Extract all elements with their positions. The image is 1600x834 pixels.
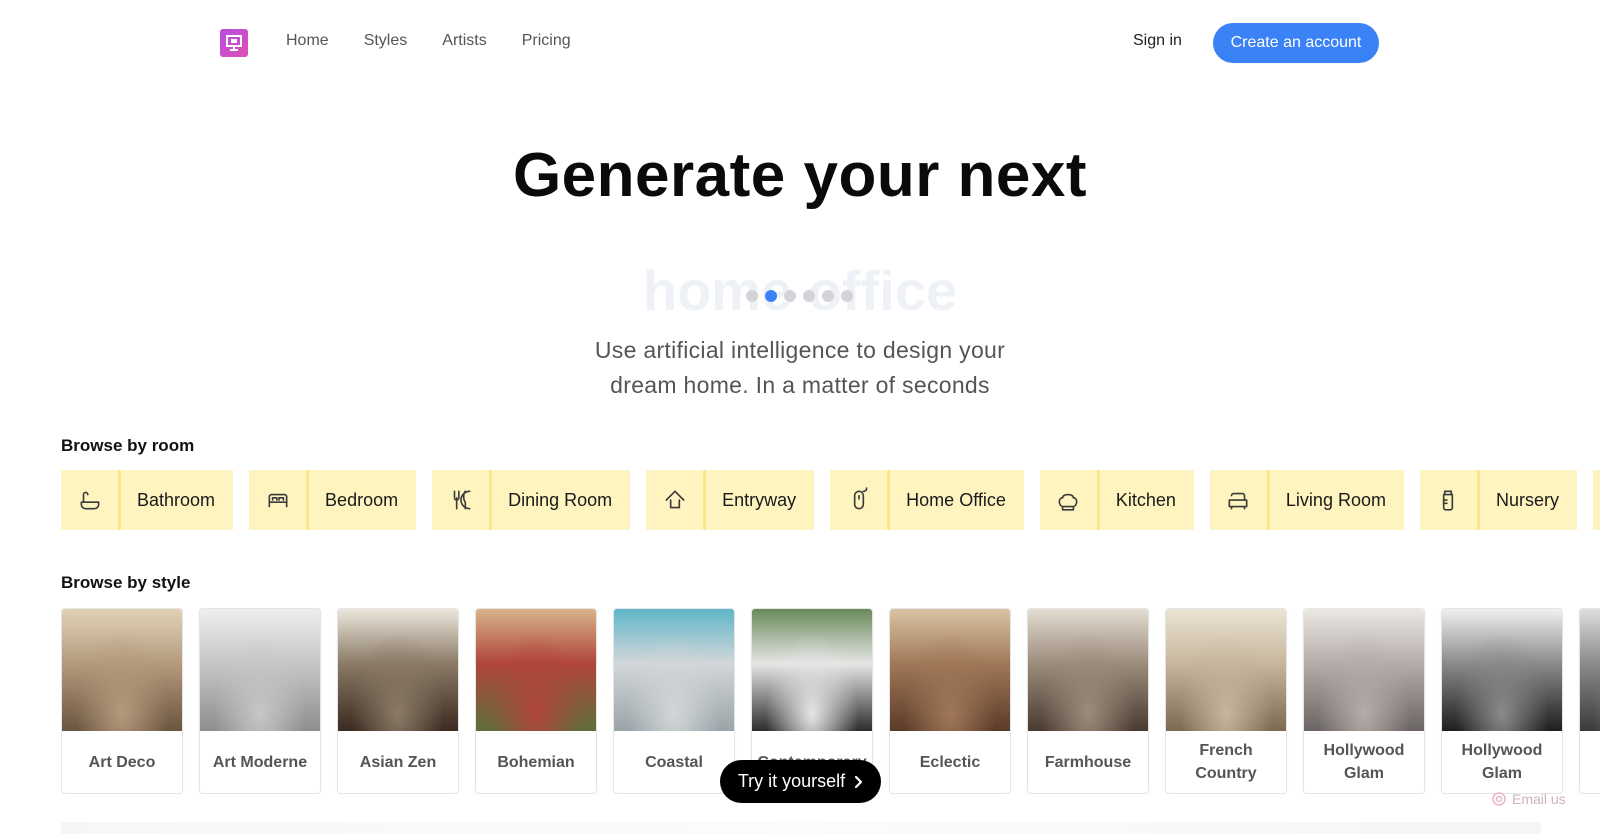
style-thumbnail (614, 609, 734, 731)
style-thumbnail (1304, 609, 1424, 731)
room-icon (1593, 470, 1600, 530)
hero-subtitle-line1: Use artificial intelligence to design yo… (594, 337, 1006, 363)
room-label: Dining Room (508, 489, 613, 510)
style-card-bohemian[interactable]: Bohemian (475, 608, 597, 794)
logo-icon[interactable] (220, 29, 248, 57)
style-label: Eclectic (919, 753, 981, 771)
email-us-link[interactable]: Email us (1492, 791, 1566, 807)
nav-link-styles[interactable]: Styles (364, 32, 408, 50)
room-card-living-room[interactable]: Living Room (1209, 470, 1404, 530)
style-label: Farmhouse (1044, 753, 1132, 771)
room-card-home-office[interactable]: Home Office (830, 470, 1024, 530)
room-label: Bedroom (325, 489, 399, 510)
carousel-dots (746, 290, 853, 302)
style-thumbnail (1580, 609, 1600, 731)
style-card-hollywood-glam[interactable]: Hollywood Glam (1441, 608, 1563, 794)
sign-in-link[interactable]: Sign in (1133, 32, 1182, 50)
room-card-entryway[interactable]: Entryway (646, 470, 815, 530)
carousel-dot[interactable] (765, 290, 777, 302)
style-label: Coastal (645, 753, 703, 771)
browse-by-room-heading: Browse by room (61, 436, 195, 455)
style-thumbnail (200, 609, 320, 731)
room-label: Living Room (1285, 489, 1386, 510)
style-thumbnail (476, 609, 596, 731)
room-list: Bathroom Bedroom Dining Room Entryway Home O… (61, 470, 1600, 530)
room-card-bedroom[interactable]: Bedroom (249, 470, 417, 530)
style-thumbnail (752, 609, 872, 731)
style-label: Bohemian (497, 753, 575, 771)
style-card-more[interactable] (1579, 608, 1600, 794)
style-label: French Country (1195, 742, 1257, 782)
room-card-bathroom[interactable]: Bathroom (61, 470, 234, 530)
utensils-icon (432, 470, 493, 530)
mouse-icon (830, 470, 891, 530)
nav-links: Home Styles Artists Pricing (286, 32, 571, 50)
style-label: Hollywood Glam (1323, 742, 1405, 782)
hero-subtitle: Use artificial intelligence to design yo… (0, 333, 1600, 403)
carousel-dot[interactable] (803, 290, 815, 302)
style-label: Art Moderne (212, 753, 308, 771)
style-thumbnail (890, 609, 1010, 731)
style-label: Hollywood Glam (1461, 742, 1543, 782)
room-label: Nursery (1495, 489, 1559, 510)
style-card-eclectic[interactable]: Eclectic (889, 608, 1011, 794)
create-account-button[interactable]: Create an account (1213, 23, 1379, 63)
style-card-hollywood-glam[interactable]: Hollywood Glam (1303, 608, 1425, 794)
chef-hat-icon (1040, 470, 1100, 530)
baby-bottle-icon (1420, 470, 1480, 530)
carousel-dot[interactable] (822, 290, 834, 302)
next-section-preview (61, 822, 1541, 834)
style-thumbnail (1028, 609, 1148, 731)
bathtub-icon (61, 470, 121, 530)
nav-link-home[interactable]: Home (286, 32, 329, 50)
carousel-dot[interactable] (784, 290, 796, 302)
chevron-right-icon (855, 775, 863, 788)
style-card-asian-zen[interactable]: Asian Zen (337, 608, 459, 794)
style-label: Asian Zen (359, 753, 437, 771)
armchair-icon (1210, 470, 1270, 530)
style-card-french-country[interactable]: French Country (1165, 608, 1287, 794)
style-thumbnail (1166, 609, 1286, 731)
style-thumbnail (62, 609, 182, 731)
email-us-label: Email us (1512, 791, 1566, 807)
room-card-nursery[interactable]: Nursery (1419, 470, 1577, 530)
room-card-dining-room[interactable]: Dining Room (432, 470, 631, 530)
carousel-dot[interactable] (746, 290, 758, 302)
style-thumbnail (1442, 609, 1562, 731)
top-nav: Home Styles Artists Pricing Sign in Crea… (0, 0, 1600, 86)
bed-icon (249, 470, 310, 530)
room-label: Home Office (906, 489, 1006, 510)
try-button-label: Try it yourself (737, 771, 846, 791)
style-card-coastal[interactable]: Coastal (613, 608, 735, 794)
nav-link-pricing[interactable]: Pricing (522, 32, 571, 50)
style-card-farmhouse[interactable]: Farmhouse (1027, 608, 1149, 794)
try-it-yourself-button[interactable]: Try it yourself (720, 760, 881, 803)
room-card-kitchen[interactable]: Kitchen (1039, 470, 1194, 530)
help-icon (1492, 792, 1506, 806)
style-label: Art Deco (88, 753, 156, 771)
room-label: Entryway (722, 489, 797, 510)
room-card-more[interactable] (1592, 470, 1600, 530)
room-label: Kitchen (1115, 489, 1176, 510)
style-thumbnail (338, 609, 458, 731)
house-arrow-icon (646, 470, 707, 530)
style-card-art-deco[interactable]: Art Deco (61, 608, 183, 794)
style-label (1580, 731, 1600, 793)
hero-title: Generate your next (512, 141, 1088, 210)
room-label: Bathroom (137, 489, 216, 510)
nav-link-artists[interactable]: Artists (442, 32, 486, 50)
hero-subtitle-line2: dream home. In a matter of seconds (610, 372, 990, 398)
style-card-art-moderne[interactable]: Art Moderne (199, 608, 321, 794)
browse-by-style-heading: Browse by style (61, 573, 191, 592)
carousel-dot[interactable] (841, 290, 853, 302)
